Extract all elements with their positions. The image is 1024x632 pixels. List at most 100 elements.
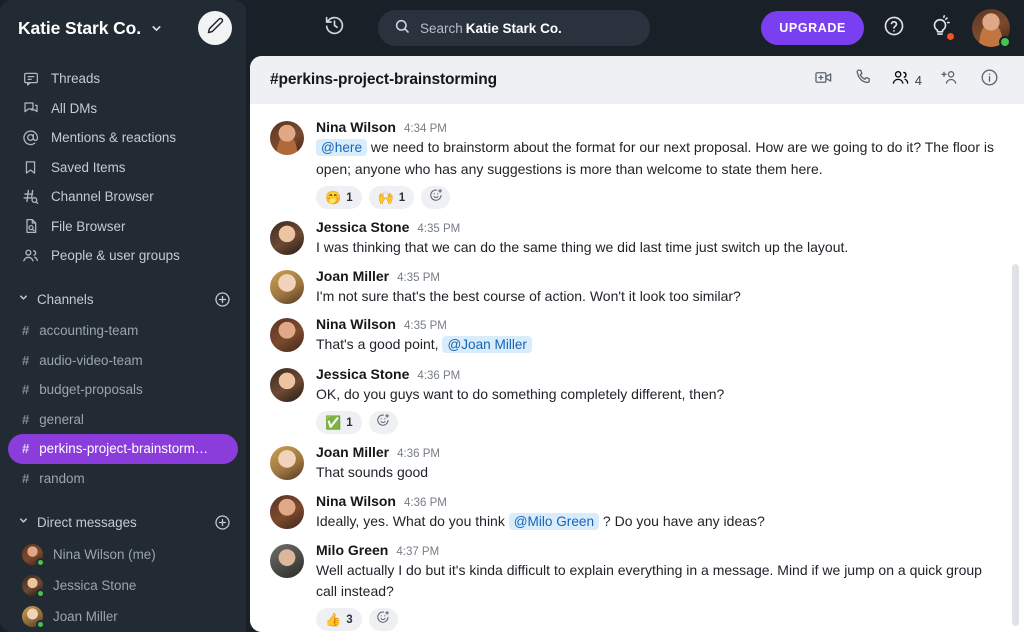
channels-section-header[interactable]: Channels: [0, 282, 246, 316]
mention-here[interactable]: @here: [316, 139, 368, 156]
reaction-chip[interactable]: 🙌 1: [368, 186, 415, 209]
video-call-icon: [814, 68, 833, 92]
sidebar-dm-jessica-stone[interactable]: Jessica Stone: [8, 570, 238, 601]
hash-icon: #: [22, 470, 30, 486]
hash-icon: #: [22, 352, 30, 368]
sidebar-item-label: Channel Browser: [51, 189, 154, 205]
mention-user[interactable]: @Joan Miller: [442, 336, 532, 353]
add-reaction-button[interactable]: [368, 411, 398, 434]
message-body: Jessica Stone 4:36 PM OK, do you guys wa…: [316, 366, 1004, 434]
message-author[interactable]: Joan Miller: [316, 268, 389, 284]
reaction-emoji: ✅: [325, 415, 342, 430]
channel-info-button[interactable]: [972, 64, 1006, 96]
add-reaction-button[interactable]: [421, 186, 451, 209]
avatar[interactable]: [270, 269, 304, 304]
message-timestamp: 4:36 PM: [417, 369, 461, 382]
avatar[interactable]: [972, 9, 1011, 48]
dm-label: Nina Wilson (me): [53, 547, 156, 563]
add-member-button[interactable]: [932, 64, 966, 96]
sidebar-channel-audio-video-team[interactable]: # audio-video-team: [8, 346, 238, 375]
message-author[interactable]: Nina Wilson: [316, 119, 396, 135]
message-item: Jessica Stone 4:36 PM OK, do you guys wa…: [250, 361, 1024, 440]
reaction-chip[interactable]: 🤭 1: [316, 186, 362, 209]
add-reaction-button[interactable]: [368, 608, 398, 631]
message-text: Ideally, yes. What do you think @Milo Gr…: [316, 511, 1004, 533]
avatar: [22, 605, 45, 629]
message-text: That's a good point, @Joan Miller: [316, 334, 1004, 356]
message-text: That sounds good: [316, 464, 429, 480]
message-body: Milo Green 4:37 PM Well actually I do bu…: [316, 542, 1004, 631]
sidebar-channel-perkins-project-brainstorming[interactable]: # perkins-project-brainstorm…: [8, 434, 238, 464]
sidebar-channel-general[interactable]: # general: [8, 405, 238, 434]
dm-label: Joan Miller: [53, 608, 118, 624]
help-button[interactable]: [878, 12, 910, 44]
avatar[interactable]: [270, 367, 304, 402]
avatar[interactable]: [270, 446, 304, 480]
message-reactions: ✅ 1: [316, 411, 1004, 434]
message-author[interactable]: Milo Green: [316, 542, 388, 558]
message-author[interactable]: Nina Wilson: [316, 493, 396, 509]
pencil-icon: [207, 17, 224, 39]
avatar[interactable]: [270, 544, 304, 578]
start-video-call-button[interactable]: [807, 64, 841, 96]
avatar[interactable]: [270, 494, 304, 529]
sidebar-item-people-user-groups[interactable]: People & user groups: [0, 241, 246, 270]
message-text-after: ? Do you have any ideas?: [602, 512, 765, 529]
sidebar-item-channel-browser[interactable]: Channel Browser: [0, 182, 246, 211]
avatar[interactable]: [270, 121, 304, 155]
scrollbar-thumb[interactable]: [1012, 264, 1019, 626]
avatar[interactable]: [270, 221, 304, 255]
message-item: Jessica Stone 4:35 PM I was thinking tha…: [250, 214, 1024, 263]
message-item: Joan Miller 4:36 PM That sounds good: [250, 439, 1024, 488]
channel-label: random: [39, 470, 85, 486]
sidebar-channel-accounting-team[interactable]: # accounting-team: [8, 316, 238, 345]
sidebar: Threads All DMs Mentions & reactions Sav…: [0, 56, 246, 632]
top-bar-actions: UPGRADE: [761, 9, 1011, 48]
message-text-content: we need to brainstorm about the format f…: [316, 139, 994, 177]
reaction-chip[interactable]: 👍 3: [316, 608, 362, 631]
sidebar-dm-nina-wilson[interactable]: Nina Wilson (me): [8, 539, 238, 570]
message-author[interactable]: Nina Wilson: [316, 316, 396, 332]
reaction-emoji: 🙌: [377, 190, 394, 205]
message-author[interactable]: Jessica Stone: [316, 366, 409, 382]
search-input[interactable]: Search Katie Stark Co.: [378, 10, 650, 46]
reaction-count: 1: [346, 191, 353, 204]
message-author[interactable]: Joan Miller: [316, 444, 389, 460]
question-circle-icon: [883, 15, 905, 42]
message-item: Nina Wilson 4:36 PM Ideally, yes. What d…: [250, 488, 1024, 538]
upgrade-button[interactable]: UPGRADE: [761, 11, 864, 45]
reaction-chip[interactable]: ✅ 1: [316, 411, 362, 434]
reaction-count: 1: [398, 191, 406, 204]
message-list[interactable]: Nina Wilson 4:34 PM @here we need to bra…: [250, 104, 1024, 632]
add-reaction-icon: [376, 413, 390, 432]
workspace-switcher[interactable]: Katie Stark Co.: [0, 0, 246, 56]
direct-messages-section-header[interactable]: Direct messages: [0, 505, 246, 539]
add-person-icon: [940, 68, 959, 92]
add-channel-button[interactable]: [212, 289, 232, 309]
message-body: Jessica Stone 4:35 PM I was thinking tha…: [316, 219, 1004, 258]
sidebar-item-threads[interactable]: Threads: [0, 64, 246, 93]
sidebar-item-all-dms[interactable]: All DMs: [0, 93, 246, 122]
sidebar-dm-joan-miller[interactable]: Joan Miller: [8, 601, 238, 632]
history-button[interactable]: [314, 8, 354, 48]
sidebar-item-mentions-reactions[interactable]: Mentions & reactions: [0, 123, 246, 152]
start-audio-call-button[interactable]: [847, 64, 881, 96]
message-author[interactable]: Jessica Stone: [316, 219, 409, 235]
sidebar-channel-budget-proposals[interactable]: # budget-proposals: [8, 375, 238, 404]
avatar[interactable]: [270, 318, 304, 352]
message-reactions: 🤭 1 🙌 1: [316, 186, 1004, 209]
sidebar-item-label: Saved Items: [51, 159, 126, 175]
sidebar-item-file-browser[interactable]: File Browser: [0, 211, 246, 240]
threads-icon: [22, 71, 39, 87]
mention-user[interactable]: @Milo Green: [508, 512, 600, 530]
sidebar-channel-random[interactable]: # random: [8, 464, 238, 493]
channel-members-button[interactable]: 4: [887, 68, 926, 92]
message-reactions: 👍 3: [316, 608, 1004, 631]
message-list-scrollbar[interactable]: [1012, 264, 1019, 626]
message-body: Nina Wilson 4:35 PM That's a good point,…: [316, 316, 1004, 356]
sidebar-item-saved-items[interactable]: Saved Items: [0, 152, 246, 181]
compose-button[interactable]: [198, 11, 232, 45]
sidebar-item-label: Threads: [51, 71, 101, 87]
new-direct-message-button[interactable]: [212, 512, 232, 532]
ideas-button[interactable]: [924, 12, 956, 44]
